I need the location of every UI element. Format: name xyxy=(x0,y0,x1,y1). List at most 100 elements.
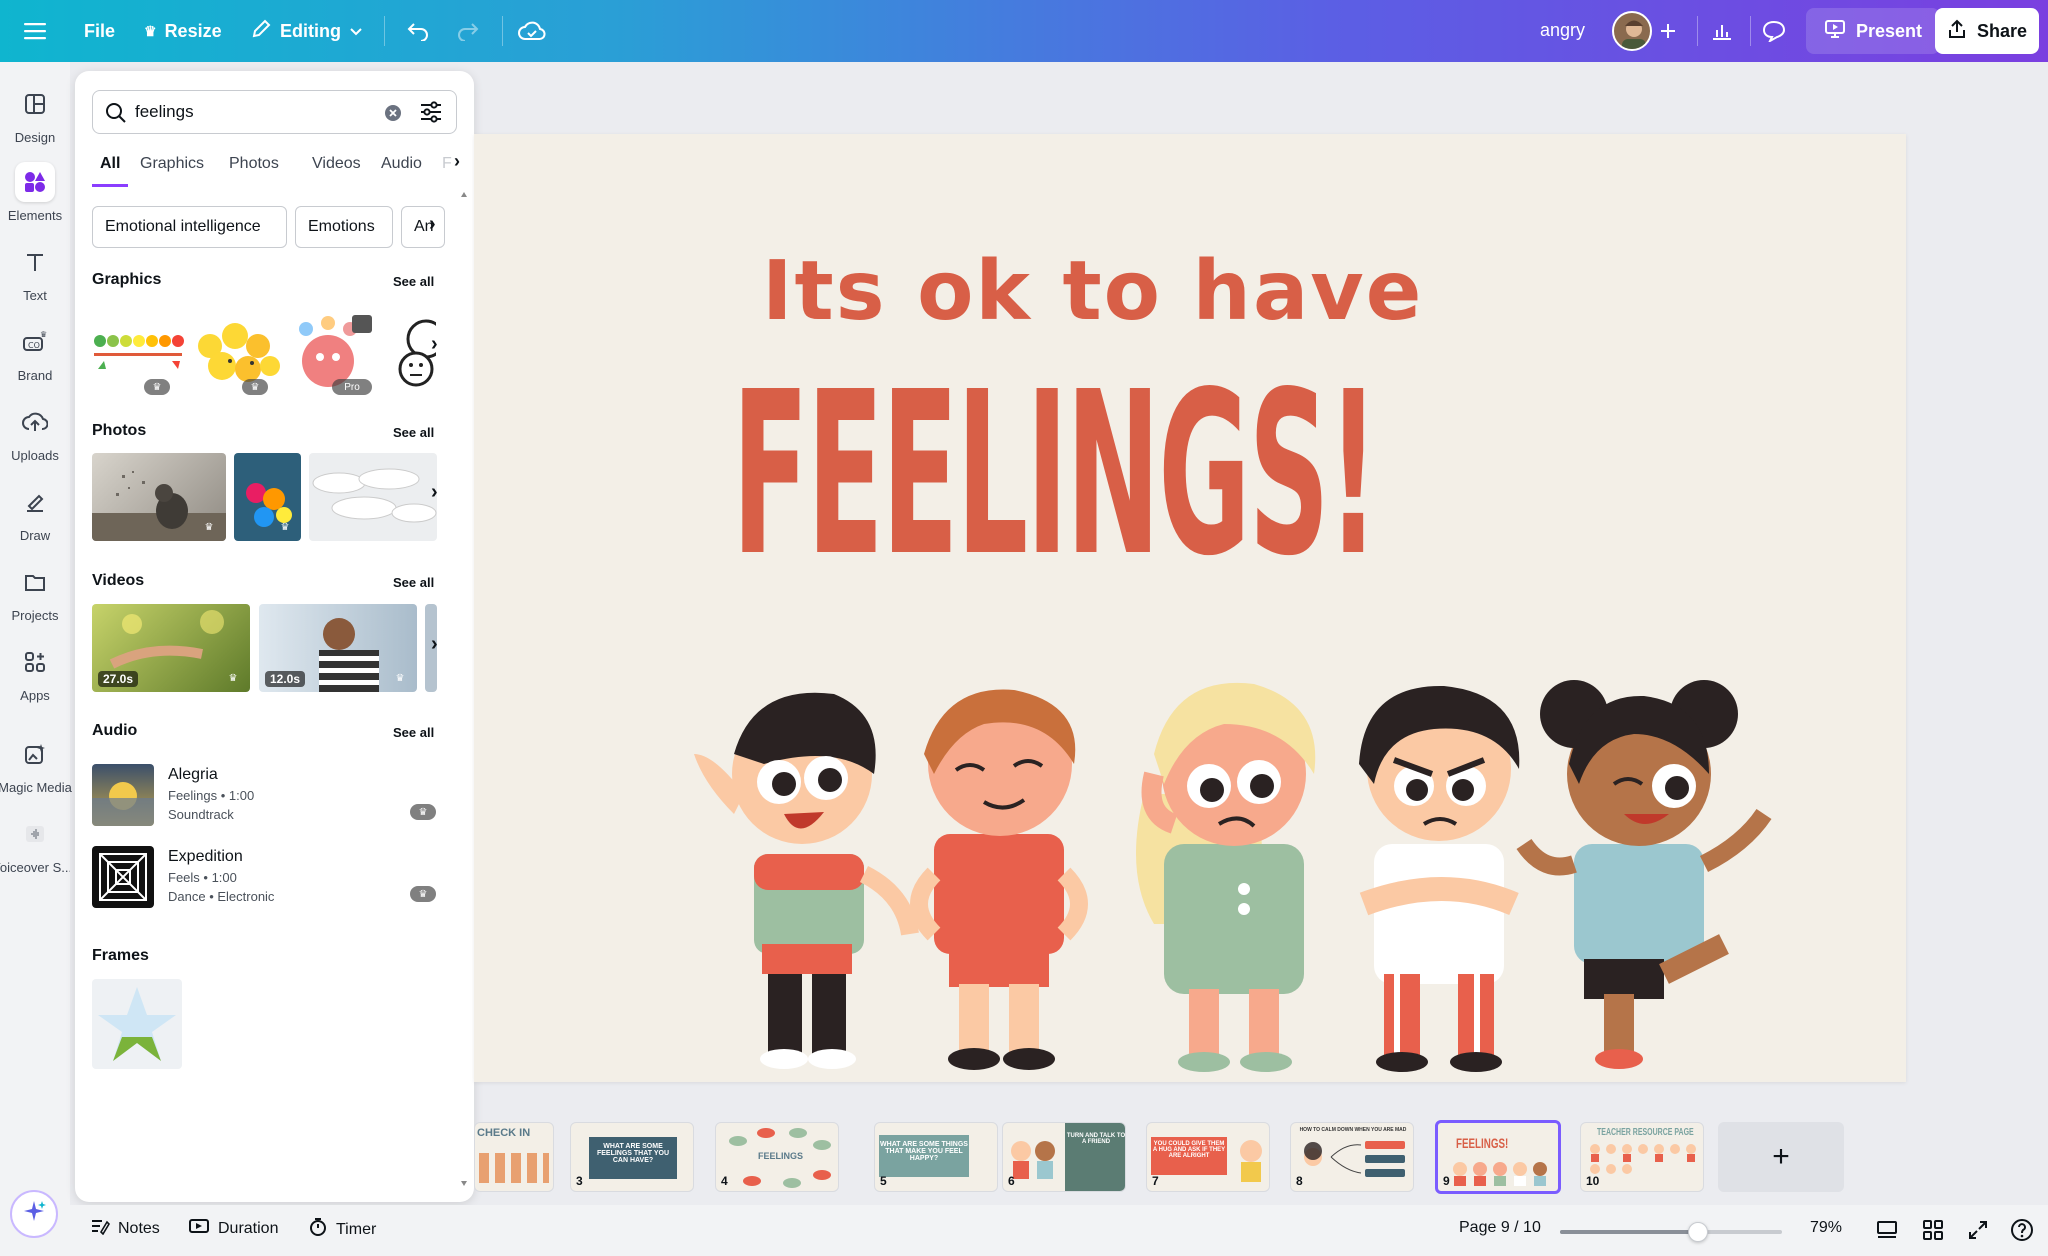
cloud-saved-icon[interactable] xyxy=(510,9,554,53)
draw-pen-icon xyxy=(15,482,55,522)
share-button[interactable]: Share xyxy=(1935,8,2039,54)
tab-all[interactable]: All xyxy=(92,151,129,187)
file-menu-button[interactable]: File xyxy=(70,9,129,53)
undo-icon[interactable] xyxy=(396,9,440,53)
redo-icon[interactable] xyxy=(446,9,490,53)
fullscreen-expand-icon[interactable] xyxy=(1967,1219,1989,1246)
slide-thumbnail[interactable]: YOU COULD GIVE THEM A HUG AND ASK IF THE… xyxy=(1146,1122,1270,1192)
rail-label: Uploads xyxy=(11,448,59,463)
rail-item-magic-media[interactable]: Magic Media xyxy=(0,734,72,795)
chevron-right-icon[interactable]: › xyxy=(431,633,438,656)
slide-number: 8 xyxy=(1296,1174,1303,1188)
pages-list-icon[interactable] xyxy=(1876,1219,1898,1246)
see-all-videos-link[interactable]: See all xyxy=(393,575,434,590)
see-all-audio-link[interactable]: See all xyxy=(393,725,434,740)
slide-thumbnail[interactable]: WHAT ARE SOME FEELINGS THAT YOU CAN HAVE… xyxy=(570,1122,694,1192)
slide-thumbnail[interactable]: FEELINGS 4 xyxy=(715,1122,839,1192)
slide-heading-feelings[interactable]: FEELINGS! xyxy=(732,344,1379,606)
slide-canvas[interactable]: Its ok to have FEELINGS! xyxy=(474,134,1906,1082)
video-duration: 27.0s xyxy=(98,671,139,687)
help-icon[interactable] xyxy=(2010,1218,2034,1247)
page-indicator[interactable]: Page 9 / 10 xyxy=(1459,1219,1541,1237)
grid-view-icon[interactable] xyxy=(1922,1219,1944,1246)
audio-track-row[interactable]: Alegria Feelings • 1:00 Soundtrack ♛ xyxy=(92,764,452,830)
slide-thumbnail[interactable]: WHAT ARE SOME THINGS THAT MAKE YOU FEEL … xyxy=(874,1122,998,1192)
tab-photos[interactable]: Photos xyxy=(229,151,279,187)
rail-item-brand[interactable]: CO ♛ Brand xyxy=(0,322,70,383)
duration-button[interactable]: Duration xyxy=(188,1217,278,1240)
resize-button[interactable]: ♛ Resize xyxy=(130,9,236,53)
video-thumbnail[interactable]: 27.0s ♛ xyxy=(92,604,250,692)
emotion-scale-graphic xyxy=(94,335,184,369)
rail-item-projects[interactable]: Projects xyxy=(0,562,70,623)
add-page-button[interactable]: + xyxy=(1718,1122,1844,1192)
voiceover-app-icon xyxy=(15,814,55,854)
suggestion-chip[interactable]: Emotional intelligence xyxy=(92,206,287,248)
document-title[interactable]: angry xyxy=(1540,20,1585,41)
rail-item-text[interactable]: Text xyxy=(0,242,70,303)
filter-sliders-icon[interactable] xyxy=(419,101,443,128)
photo-thumbnail[interactable]: ♛ xyxy=(92,453,226,541)
rail-item-elements[interactable]: Elements xyxy=(0,162,70,223)
graphic-thumbnail[interactable]: Pro xyxy=(288,311,380,401)
slide-thumbnail[interactable]: TURN AND TALK TO A FRIEND 6 xyxy=(1002,1122,1126,1192)
elements-panel: All Graphics Photos Videos Audio F › Emo… xyxy=(75,71,474,1202)
cloud-upload-icon xyxy=(15,402,55,442)
file-label: File xyxy=(84,20,116,41)
rail-item-design[interactable]: Design xyxy=(0,84,70,145)
rail-item-uploads[interactable]: Uploads xyxy=(0,402,70,463)
chevron-right-icon[interactable]: › xyxy=(454,151,460,172)
rail-item-voiceover[interactable]: Voiceover S... xyxy=(0,814,70,875)
panel-scrollbar[interactable] xyxy=(460,189,468,1189)
tab-more[interactable]: F xyxy=(442,151,452,187)
suggestion-chip[interactable]: An xyxy=(401,206,445,248)
see-all-graphics-link[interactable]: See all xyxy=(393,274,434,289)
graphic-thumbnail[interactable]: ♛ xyxy=(92,311,184,401)
rail-item-apps[interactable]: Apps xyxy=(0,642,70,703)
add-collaborator-icon[interactable] xyxy=(1646,9,1690,53)
slide-thumbnail[interactable]: TEACHER RESOURCE PAGE 10 xyxy=(1580,1122,1704,1192)
timer-button[interactable]: Timer xyxy=(308,1217,376,1242)
zoom-level[interactable]: 79% xyxy=(1810,1219,1842,1237)
chevron-right-icon[interactable]: › xyxy=(431,481,438,504)
search-input[interactable] xyxy=(135,102,365,122)
see-all-photos-link[interactable]: See all xyxy=(393,425,434,440)
audio-genre: Dance • Electronic xyxy=(168,889,275,904)
magic-assistant-button[interactable] xyxy=(10,1190,58,1238)
rail-label: Text xyxy=(23,288,47,303)
suggestion-chip[interactable]: Emotions xyxy=(295,206,393,248)
slide-thumbnail[interactable]: CHECK IN xyxy=(474,1122,554,1192)
graphic-thumbnail[interactable]: ♛ xyxy=(190,311,282,401)
tab-audio[interactable]: Audio xyxy=(381,151,422,187)
audio-track-row[interactable]: Expedition Feels • 1:00 Dance • Electron… xyxy=(92,846,452,912)
kid-winking xyxy=(1516,680,1772,1069)
chevron-right-icon[interactable]: › xyxy=(429,213,436,236)
slide-thumbnail[interactable]: HOW TO CALM DOWN WHEN YOU ARE MAD 8 xyxy=(1290,1122,1414,1192)
photo-thumbnail[interactable] xyxy=(309,453,437,541)
kids-illustration[interactable] xyxy=(684,674,1906,1082)
premium-crown-icon: ♛ xyxy=(395,672,405,684)
menu-icon[interactable] xyxy=(13,9,57,53)
frame-thumbnail[interactable] xyxy=(92,979,182,1069)
zoom-slider[interactable] xyxy=(1560,1222,1782,1242)
tab-graphics[interactable]: Graphics xyxy=(140,151,204,187)
comment-icon[interactable] xyxy=(1752,9,1796,53)
slide-caption: WHAT ARE SOME FEELINGS THAT YOU CAN HAVE… xyxy=(589,1137,677,1179)
audio-title: Alegria xyxy=(168,766,218,783)
photo-thumbnail[interactable]: ♛ xyxy=(234,453,301,541)
kid-content xyxy=(910,689,1088,1070)
chevron-right-icon[interactable]: › xyxy=(431,333,438,356)
present-button[interactable]: Present xyxy=(1806,8,1941,54)
insights-chart-icon[interactable] xyxy=(1700,9,1744,53)
rail-item-draw[interactable]: Draw xyxy=(0,482,70,543)
slide-heading-line1[interactable]: Its ok to have xyxy=(762,244,1423,339)
slide-thumbnail-current[interactable]: FEELINGS! 9 xyxy=(1435,1120,1561,1194)
notes-button[interactable]: Notes xyxy=(90,1217,160,1240)
zoom-slider-handle[interactable] xyxy=(1687,1222,1708,1242)
graphic-thumbnail[interactable] xyxy=(386,311,436,401)
divider xyxy=(1750,16,1751,46)
video-thumbnail[interactable]: 12.0s ♛ xyxy=(259,604,417,692)
tab-videos[interactable]: Videos xyxy=(312,151,361,187)
clear-search-icon[interactable] xyxy=(383,103,403,128)
editing-mode-button[interactable]: Editing xyxy=(236,9,377,53)
